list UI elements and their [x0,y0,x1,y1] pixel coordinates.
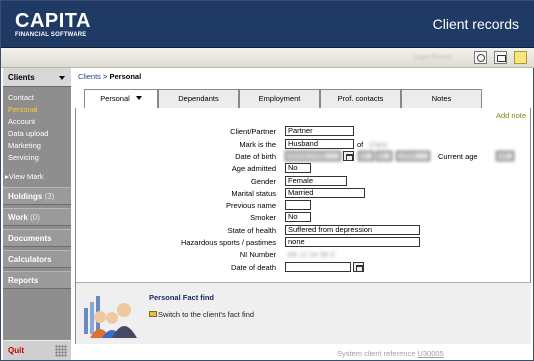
tab-prof-contacts-label: Prof. contacts [337,94,384,103]
switch-fact-find-link[interactable]: Switch to the client's fact find [158,310,254,319]
date-of-death-label: Date of death [230,263,276,272]
tab-dropdown-icon[interactable] [135,96,142,100]
chevron-down-icon[interactable] [59,76,65,80]
client-partner-field[interactable]: Partner [285,126,354,136]
tab-dependants-label: Dependants [178,94,219,103]
sidebar-item-marketing[interactable]: Marketing [8,141,41,150]
app-header: CAPITA FINANCIAL SOFTWARE Client records [1,1,534,48]
sidebar-section-reports[interactable]: Reports [3,271,71,289]
toolbar: Gaye Brown [1,48,534,68]
tab-employment-label: Employment [258,94,301,103]
app-window: CAPITA FINANCIAL SOFTWARE Client records… [0,0,534,361]
gender-label: Gender [250,177,276,186]
breadcrumb: Clients > Personal [78,72,141,81]
calendar-icon[interactable] [353,262,364,272]
system-client-reference: System client reference U30005 [337,349,444,358]
sidebar-clients-label: Clients [8,73,35,82]
sidebar-item-contact[interactable]: Contact [8,93,34,102]
system-ref-label: System client reference [337,349,416,358]
quit-button[interactable]: Quit [8,346,24,355]
capita-logo: CAPITA FINANCIAL SOFTWARE [15,11,91,38]
sidebar-item-data-upload[interactable]: Data upload [8,129,48,138]
calendar-icon[interactable] [343,151,354,161]
sidebar-item-servicing[interactable]: Servicing [8,153,39,162]
tab-personal-label: Personal [100,94,130,103]
ni-number-label: NI Number [239,250,276,259]
sidebar-section-calculators[interactable]: Calculators [3,250,71,268]
resize-grip-icon[interactable] [55,345,67,357]
quit-bar: Quit [3,340,71,360]
dob-month-field[interactable]: 9 [376,151,392,161]
work-count: (0) [30,213,40,222]
search-icon[interactable] [474,51,487,64]
documents-label: Documents [8,234,52,243]
fact-find-section: Personal Fact find Switch to the client'… [76,282,531,344]
previous-name-field[interactable] [285,200,311,210]
tab-prof-contacts[interactable]: Prof. contacts [320,89,401,108]
client-partner-label: Client/Partner [230,127,276,136]
work-label: Work [8,213,28,222]
people-icon [84,296,137,338]
tab-personal[interactable]: Personal [84,89,158,109]
folder-icon [149,311,157,317]
grid-icon[interactable] [494,51,507,64]
sidebar-section-work[interactable]: Work (0) [3,208,71,226]
sidebar-section-holdings[interactable]: Holdings (3) [3,187,71,205]
age-admitted-label: Age admitted [231,164,276,173]
tab-employment[interactable]: Employment [239,89,320,108]
state-of-health-field[interactable]: Suffered from depression [285,225,420,235]
partner-name: Clara [369,140,387,149]
sidebar-view-mark[interactable]: ▸View Mark [5,172,44,181]
current-age-label: Current age [438,152,478,161]
mark-is-the-label: Mark is the [239,140,276,149]
state-of-health-label: State of health [227,226,276,235]
holdings-label: Holdings [8,192,43,201]
date-of-birth-label: Date of birth [235,152,276,161]
dob-day-field[interactable]: 9 [358,151,374,161]
breadcrumb-current: Personal [109,72,142,81]
fact-find-title: Personal Fact find [149,293,215,302]
smoker-label: Smoker [250,213,276,222]
sidebar: Clients Contact Personal Account Data up… [3,68,71,360]
notes-icon[interactable] [514,51,527,64]
date-of-death-field[interactable] [285,262,351,272]
personal-panel: Add note Client/Partner Partner Mark is … [75,108,531,344]
brand-sub: FINANCIAL SOFTWARE [15,32,87,38]
hazardous-field[interactable]: none [285,237,420,247]
ni-number-value: AB 12 34 56 C [287,250,336,259]
marital-status-label: Marital status [231,189,276,198]
age-admitted-field[interactable]: No [285,163,311,173]
previous-name-label: Previous name [225,201,276,210]
gender-field[interactable]: Female [285,176,347,186]
dob-year-field[interactable]: 1958 [396,151,430,161]
breadcrumb-separator: > [100,72,110,81]
system-ref-value: U30005 [417,349,444,358]
user-name: Gaye Brown [413,54,452,61]
holdings-count: (3) [44,192,55,201]
hazardous-label: Hazardous sports / pastimes [180,238,276,247]
tab-dependants[interactable]: Dependants [158,89,239,108]
brand-name: CAPITA [15,10,91,32]
marital-status-field[interactable]: Married [285,188,365,198]
date-of-birth-field[interactable]: 09/09/1958 [285,151,341,161]
reports-label: Reports [8,276,39,285]
calculators-label: Calculators [8,255,52,264]
smoker-field[interactable]: No [285,212,311,222]
sidebar-item-account[interactable]: Account [8,117,35,126]
of-label: of [357,140,364,149]
tab-notes-label: Notes [431,94,452,103]
breadcrumb-clients-link[interactable]: Clients [78,72,101,81]
relationship-field[interactable]: Husband [285,139,354,149]
main-content: Clients > Personal Personal Dependants E… [73,68,533,360]
sidebar-section-documents[interactable]: Documents [3,229,71,247]
app-title: Client records [432,16,519,32]
sidebar-clients-header[interactable]: Clients [3,68,71,87]
sidebar-item-personal[interactable]: Personal [8,105,38,114]
add-note-link[interactable]: Add note [496,111,526,120]
tab-notes[interactable]: Notes [401,89,482,108]
current-age-field: 60 [496,151,514,161]
